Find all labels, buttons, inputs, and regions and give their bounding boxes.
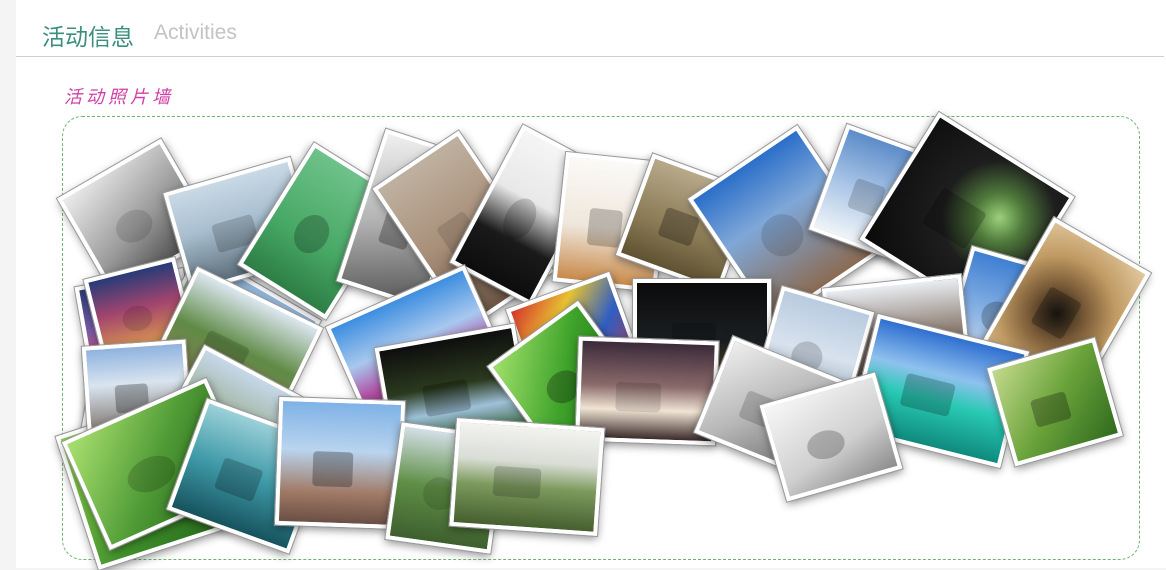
photo-detail bbox=[1029, 390, 1072, 429]
photo-detail bbox=[109, 202, 159, 249]
photo-detail bbox=[287, 208, 337, 260]
photo-detail bbox=[803, 425, 849, 464]
photo-detail bbox=[492, 465, 542, 500]
photo-detail bbox=[119, 302, 155, 335]
photo-detail bbox=[311, 450, 354, 488]
photo-detail bbox=[899, 372, 956, 418]
photo-detail bbox=[1030, 285, 1083, 341]
photo-detail bbox=[421, 378, 472, 417]
section-header: 活动信息 Activities bbox=[16, 0, 1164, 57]
section-title: 活动信息 bbox=[42, 25, 134, 51]
photo-detail bbox=[586, 208, 624, 248]
photo-detail bbox=[496, 193, 544, 246]
section-subtitle: Activities bbox=[154, 21, 237, 44]
photo-detail bbox=[213, 456, 264, 502]
photo-wall bbox=[54, 110, 1153, 570]
activities-panel: 活动信息 Activities 活动照片墙 bbox=[16, 0, 1166, 570]
photo-detail bbox=[921, 187, 988, 250]
photo-valley[interactable] bbox=[448, 416, 606, 538]
photo-wall-label: 活动照片墙 bbox=[64, 87, 174, 108]
photo-detail bbox=[656, 206, 701, 247]
photo-plaza-crowd[interactable] bbox=[273, 395, 407, 531]
photo-detail bbox=[615, 381, 662, 413]
photo-detail bbox=[752, 205, 812, 265]
